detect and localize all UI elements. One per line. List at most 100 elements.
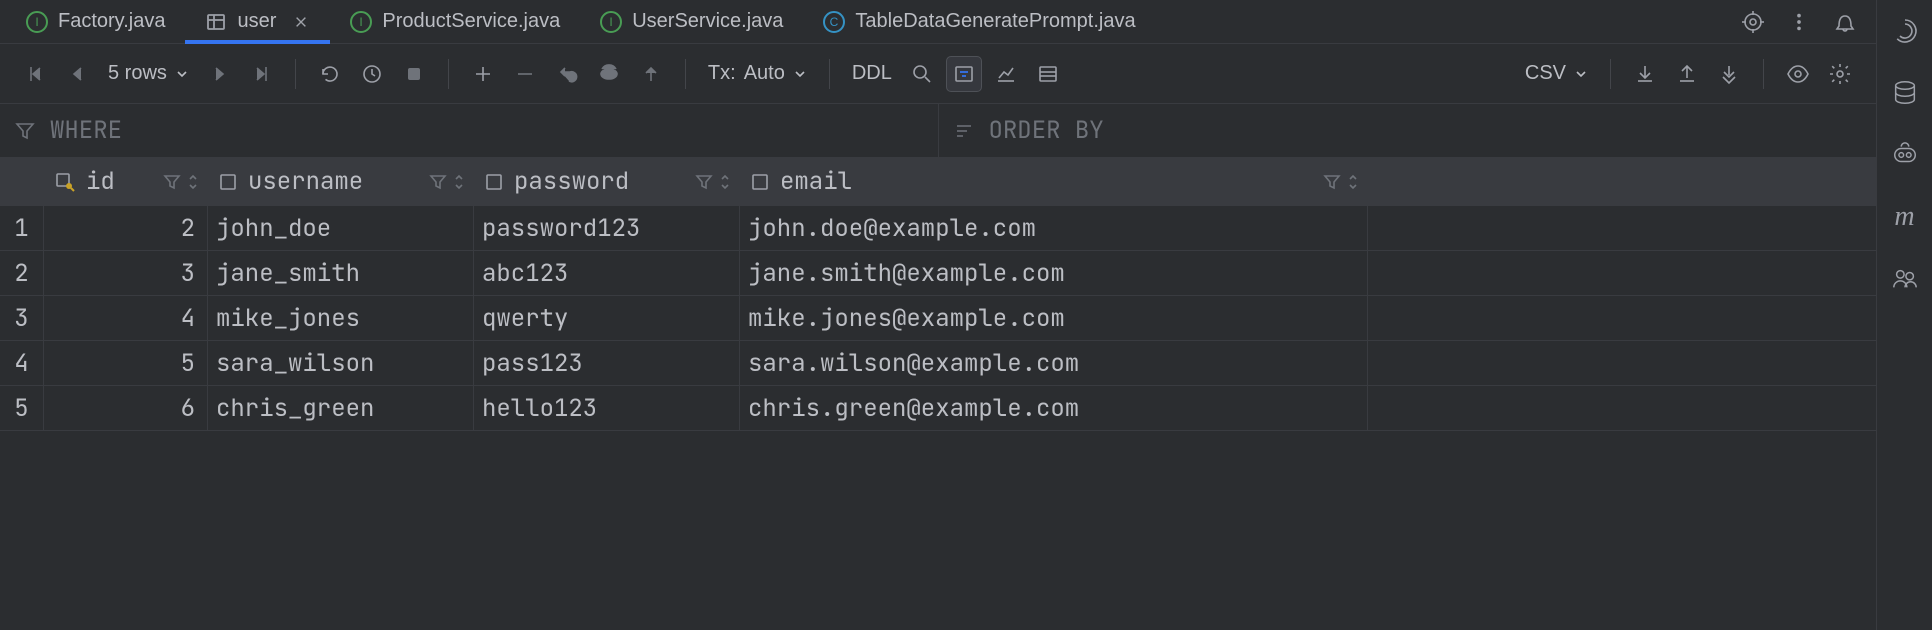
tab-user[interactable]: user — [185, 0, 330, 43]
row-number[interactable]: 4 — [0, 341, 44, 385]
database-icon[interactable] — [1888, 76, 1922, 110]
more-vertical-icon[interactable] — [1786, 9, 1812, 35]
refresh-icon[interactable] — [312, 56, 348, 92]
view-options-icon[interactable] — [1030, 56, 1066, 92]
filter-icon[interactable] — [695, 173, 713, 191]
tab-userservice[interactable]: I UserService.java — [580, 0, 803, 43]
column-name: username — [248, 166, 363, 197]
row-number[interactable]: 1 — [0, 206, 44, 250]
download-icon[interactable] — [1627, 56, 1663, 92]
cell-username[interactable]: john_doe — [208, 206, 474, 250]
cell-username[interactable]: chris_green — [208, 386, 474, 430]
ddl-button[interactable]: DDL — [846, 56, 898, 92]
search-icon[interactable] — [904, 56, 940, 92]
cell-id[interactable]: 6 — [44, 386, 208, 430]
where-filter[interactable]: WHERE — [0, 104, 939, 157]
column-header-id[interactable]: id — [44, 158, 208, 205]
column-icon — [484, 172, 504, 192]
eye-icon[interactable] — [1780, 56, 1816, 92]
tab-tabledataprompt[interactable]: C TableDataGeneratePrompt.java — [803, 0, 1155, 43]
java-class-icon: I — [350, 11, 372, 33]
orderby-filter[interactable]: ORDER BY — [939, 104, 1877, 157]
cell-email[interactable]: mike.jones@example.com — [740, 296, 1368, 340]
cell-password[interactable]: qwerty — [474, 296, 740, 340]
stop-icon — [396, 56, 432, 92]
table-row[interactable]: 5 6 chris_green hello123 chris.green@exa… — [0, 386, 1876, 431]
cell-username[interactable]: sara_wilson — [208, 341, 474, 385]
upload-icon[interactable] — [1669, 56, 1705, 92]
cell-id[interactable]: 4 — [44, 296, 208, 340]
rows-dropdown[interactable]: 5 rows — [102, 56, 195, 92]
filter-icon[interactable] — [1323, 173, 1341, 191]
separator — [295, 59, 296, 89]
cell-email[interactable]: sara.wilson@example.com — [740, 341, 1368, 385]
tab-factory[interactable]: I Factory.java — [6, 0, 185, 43]
cell-password[interactable]: pass123 — [474, 341, 740, 385]
table-row[interactable]: 4 5 sara_wilson pass123 sara.wilson@exam… — [0, 341, 1876, 386]
row-number[interactable]: 2 — [0, 251, 44, 295]
filter-icon — [14, 120, 36, 142]
ai-assistant-icon[interactable] — [1888, 14, 1922, 48]
sort-icon[interactable] — [187, 173, 199, 191]
tab-label: ProductService.java — [382, 10, 560, 33]
row-number[interactable]: 3 — [0, 296, 44, 340]
cell-id[interactable]: 5 — [44, 341, 208, 385]
row-number[interactable]: 5 — [0, 386, 44, 430]
cell-username[interactable]: mike_jones — [208, 296, 474, 340]
filter-icon[interactable] — [429, 173, 447, 191]
cell-id[interactable]: 2 — [44, 206, 208, 250]
preview-changes-icon[interactable] — [591, 56, 627, 92]
tab-productservice[interactable]: I ProductService.java — [330, 0, 580, 43]
target-icon[interactable] — [1740, 9, 1766, 35]
separator — [685, 59, 686, 89]
svg-text:I: I — [360, 15, 363, 29]
sort-icon[interactable] — [1347, 173, 1359, 191]
filter-icon[interactable] — [163, 173, 181, 191]
gutter-header[interactable] — [0, 158, 44, 205]
column-header-email[interactable]: email — [740, 158, 1368, 205]
cell-email[interactable]: john.doe@example.com — [740, 206, 1368, 250]
cell-password[interactable]: password123 — [474, 206, 740, 250]
cell-id[interactable]: 3 — [44, 251, 208, 295]
first-page-icon[interactable] — [18, 56, 54, 92]
commit-icon[interactable] — [633, 56, 669, 92]
column-header-username[interactable]: username — [208, 158, 474, 205]
column-name: password — [514, 166, 629, 197]
maven-icon[interactable]: m — [1888, 200, 1922, 234]
cell-username[interactable]: jane_smith — [208, 251, 474, 295]
cell-email[interactable]: jane.smith@example.com — [740, 251, 1368, 295]
prev-page-icon[interactable] — [60, 56, 96, 92]
tx-mode-dropdown[interactable]: Tx: Auto — [702, 56, 813, 92]
orderby-label: ORDER BY — [989, 115, 1104, 146]
cell-email[interactable]: chris.green@example.com — [740, 386, 1368, 430]
export-format-dropdown[interactable]: CSV — [1519, 56, 1594, 92]
column-icon — [750, 172, 770, 192]
rows-label: 5 rows — [108, 62, 167, 85]
next-page-icon[interactable] — [201, 56, 237, 92]
filter-toggle-icon[interactable] — [946, 56, 982, 92]
table-row[interactable]: 2 3 jane_smith abc123 jane.smith@example… — [0, 251, 1876, 296]
bell-icon[interactable] — [1832, 9, 1858, 35]
revert-icon[interactable] — [549, 56, 585, 92]
history-icon[interactable] — [354, 56, 390, 92]
chevron-down-icon — [175, 67, 189, 81]
cell-password[interactable]: hello123 — [474, 386, 740, 430]
tx-prefix: Tx: — [708, 62, 736, 85]
sort-icon[interactable] — [453, 173, 465, 191]
separator — [1610, 59, 1611, 89]
gear-icon[interactable] — [1822, 56, 1858, 92]
remove-row-icon[interactable] — [507, 56, 543, 92]
copilot-icon[interactable] — [1888, 138, 1922, 172]
cell-password[interactable]: abc123 — [474, 251, 740, 295]
chart-icon[interactable] — [988, 56, 1024, 92]
last-page-icon[interactable] — [243, 56, 279, 92]
column-header-password[interactable]: password — [474, 158, 740, 205]
close-icon[interactable] — [292, 13, 310, 31]
add-row-icon[interactable] — [465, 56, 501, 92]
table-row[interactable]: 1 2 john_doe password123 john.doe@exampl… — [0, 206, 1876, 251]
java-class-blue-icon: C — [823, 11, 845, 33]
import-icon[interactable] — [1711, 56, 1747, 92]
table-row[interactable]: 3 4 mike_jones qwerty mike.jones@example… — [0, 296, 1876, 341]
sort-icon[interactable] — [719, 173, 731, 191]
collaborate-icon[interactable] — [1888, 262, 1922, 296]
